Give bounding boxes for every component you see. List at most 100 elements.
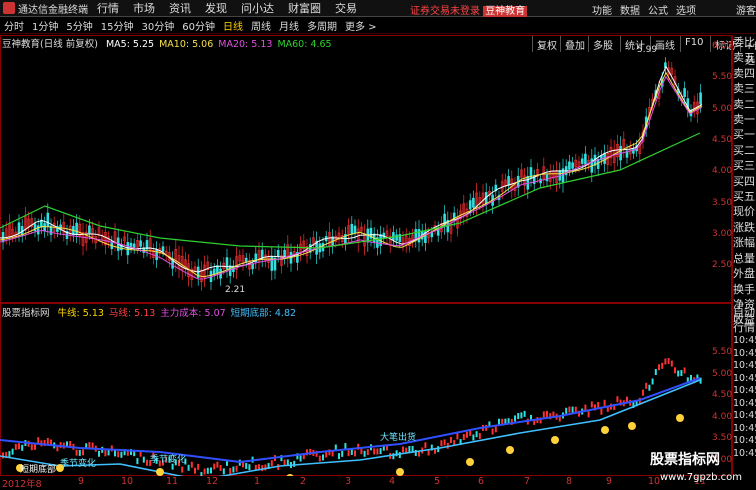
indicator-bar [491,428,494,435]
indicator-bar [270,460,273,467]
buy-dot [156,468,164,476]
indicator-bar [654,369,657,376]
candle [392,232,395,241]
period-tab-7[interactable]: 周线 [249,18,273,33]
indicator-bar [200,472,203,476]
period-tab-9[interactable]: 多周期 [305,18,339,33]
brand-badge[interactable]: 豆神教育 [483,6,528,17]
quote-row: 卖五 [733,51,755,65]
candle [43,223,46,232]
sub-tick: 5.50 [712,347,733,357]
quote-row: 买三 [733,159,755,173]
buy-dot [676,414,684,422]
rmenu-item-2[interactable]: 公式 [648,6,668,17]
period-tab-4[interactable]: 30分钟 [139,18,176,33]
candle [139,240,142,247]
period-tab-5[interactable]: 60分钟 [180,18,217,33]
indicator-bar [584,404,587,411]
candle [596,159,600,169]
indicator-bar [235,465,238,472]
price-tick: 3.00 [712,228,733,239]
rmenu-item-0[interactable]: 功能 [592,6,612,17]
candle [545,174,549,182]
indicator-bar [142,456,145,463]
rmenu-item-1[interactable]: 数据 [620,6,640,17]
menu-item-1[interactable]: 市场 [133,2,155,15]
indicator-bar [683,367,686,374]
tick-row: 10:45 [733,372,756,384]
indicator-bar [30,444,33,451]
indicator-bar [664,358,667,365]
period-tab-0[interactable]: 分时 [2,18,26,33]
candle [88,225,91,234]
kline-chart[interactable]: 季节变化大笔出货短期底部季节变化 [0,48,732,476]
candle [568,161,571,170]
candle [276,250,280,257]
indicator-bar [478,432,481,439]
candle [571,162,574,169]
candles [1,57,702,291]
signal-label: 季节变化 [150,453,186,465]
indicator-bar [82,449,84,456]
app-title: 通达信金融终端 [0,1,90,16]
date-tick: 9 [78,476,85,487]
date-tick: 3 [345,476,352,487]
period-tab-6[interactable]: 日线 [221,18,245,33]
tick-panel: 自动行情10:4510:4510:4510:4510:4510:4510:451… [732,305,756,475]
menu-item-5[interactable]: 财富圈 [288,2,321,15]
indicator-bar [37,437,40,444]
price-tick: 5.00 [712,103,733,114]
period-tab-1[interactable]: 1分钟 [30,18,60,33]
guest-label[interactable]: 游客 [736,6,756,17]
indicator-bar [680,370,683,377]
period-tab-10[interactable]: 更多 > [343,18,379,33]
period-tab-8[interactable]: 月线 [277,18,301,33]
indicator-bar [216,461,219,468]
indicator-bar [194,467,196,474]
indicator-bar [466,431,468,438]
quote-row: 换手 [733,282,755,296]
indicator-bar [670,360,673,367]
period-tab-3[interactable]: 15分钟 [99,18,136,33]
indicator-bar [658,364,660,371]
quote-row: 涨幅 [733,236,755,250]
app-logo-icon [3,2,15,14]
tick-row: 10:45 [733,410,756,421]
quote-row: 买四 [733,174,755,188]
login-notice[interactable]: 证券交易未登录 豆神教育 [410,2,528,17]
sub-tick: 4.50 [712,390,733,400]
indicator-bar [341,450,344,457]
indicator-bar [117,451,120,458]
date-tick: 2012年8 [2,479,42,490]
tick-row: 10:45 [733,422,756,434]
indicator-bar [14,443,17,450]
candle [472,197,475,208]
period-tab-2[interactable]: 5分钟 [64,18,94,33]
indicator-bar [344,443,347,450]
indicator-bar [286,459,289,466]
candle [580,158,584,164]
menu-item-0[interactable]: 行情 [97,2,119,15]
tick-row: 10:45 [733,385,756,396]
menu-item-2[interactable]: 资讯 [169,2,191,15]
tick-row: 行情 [733,321,755,334]
indicator-bar [104,450,107,457]
menu-item-3[interactable]: 发现 [205,2,227,15]
candle [155,249,158,260]
period-toolbar: 分时 1分钟 5分钟 15分钟 30分钟 60分钟 日线 周线 月线 多周期 更多 > 复权 叠加 多股… [0,18,756,67]
quote-row: 外盘 [733,267,755,281]
indicator-bar [645,382,648,389]
menu-item-6[interactable]: 交易 [335,2,357,15]
candle [126,242,130,256]
signal-label: 大笔出货 [380,431,416,443]
menu-item-4[interactable]: 问小达 [241,2,274,15]
buy-dot [466,458,474,466]
buy-dot [628,422,636,430]
quote-row: 买五 [733,190,755,204]
indicator-bar [590,401,593,408]
candle [350,223,354,235]
date-tick: 4 [389,476,396,487]
rmenu-item-3[interactable]: 选项 [676,6,696,17]
indicator-bar [475,431,478,438]
tick-row: 10:45 [733,335,756,346]
